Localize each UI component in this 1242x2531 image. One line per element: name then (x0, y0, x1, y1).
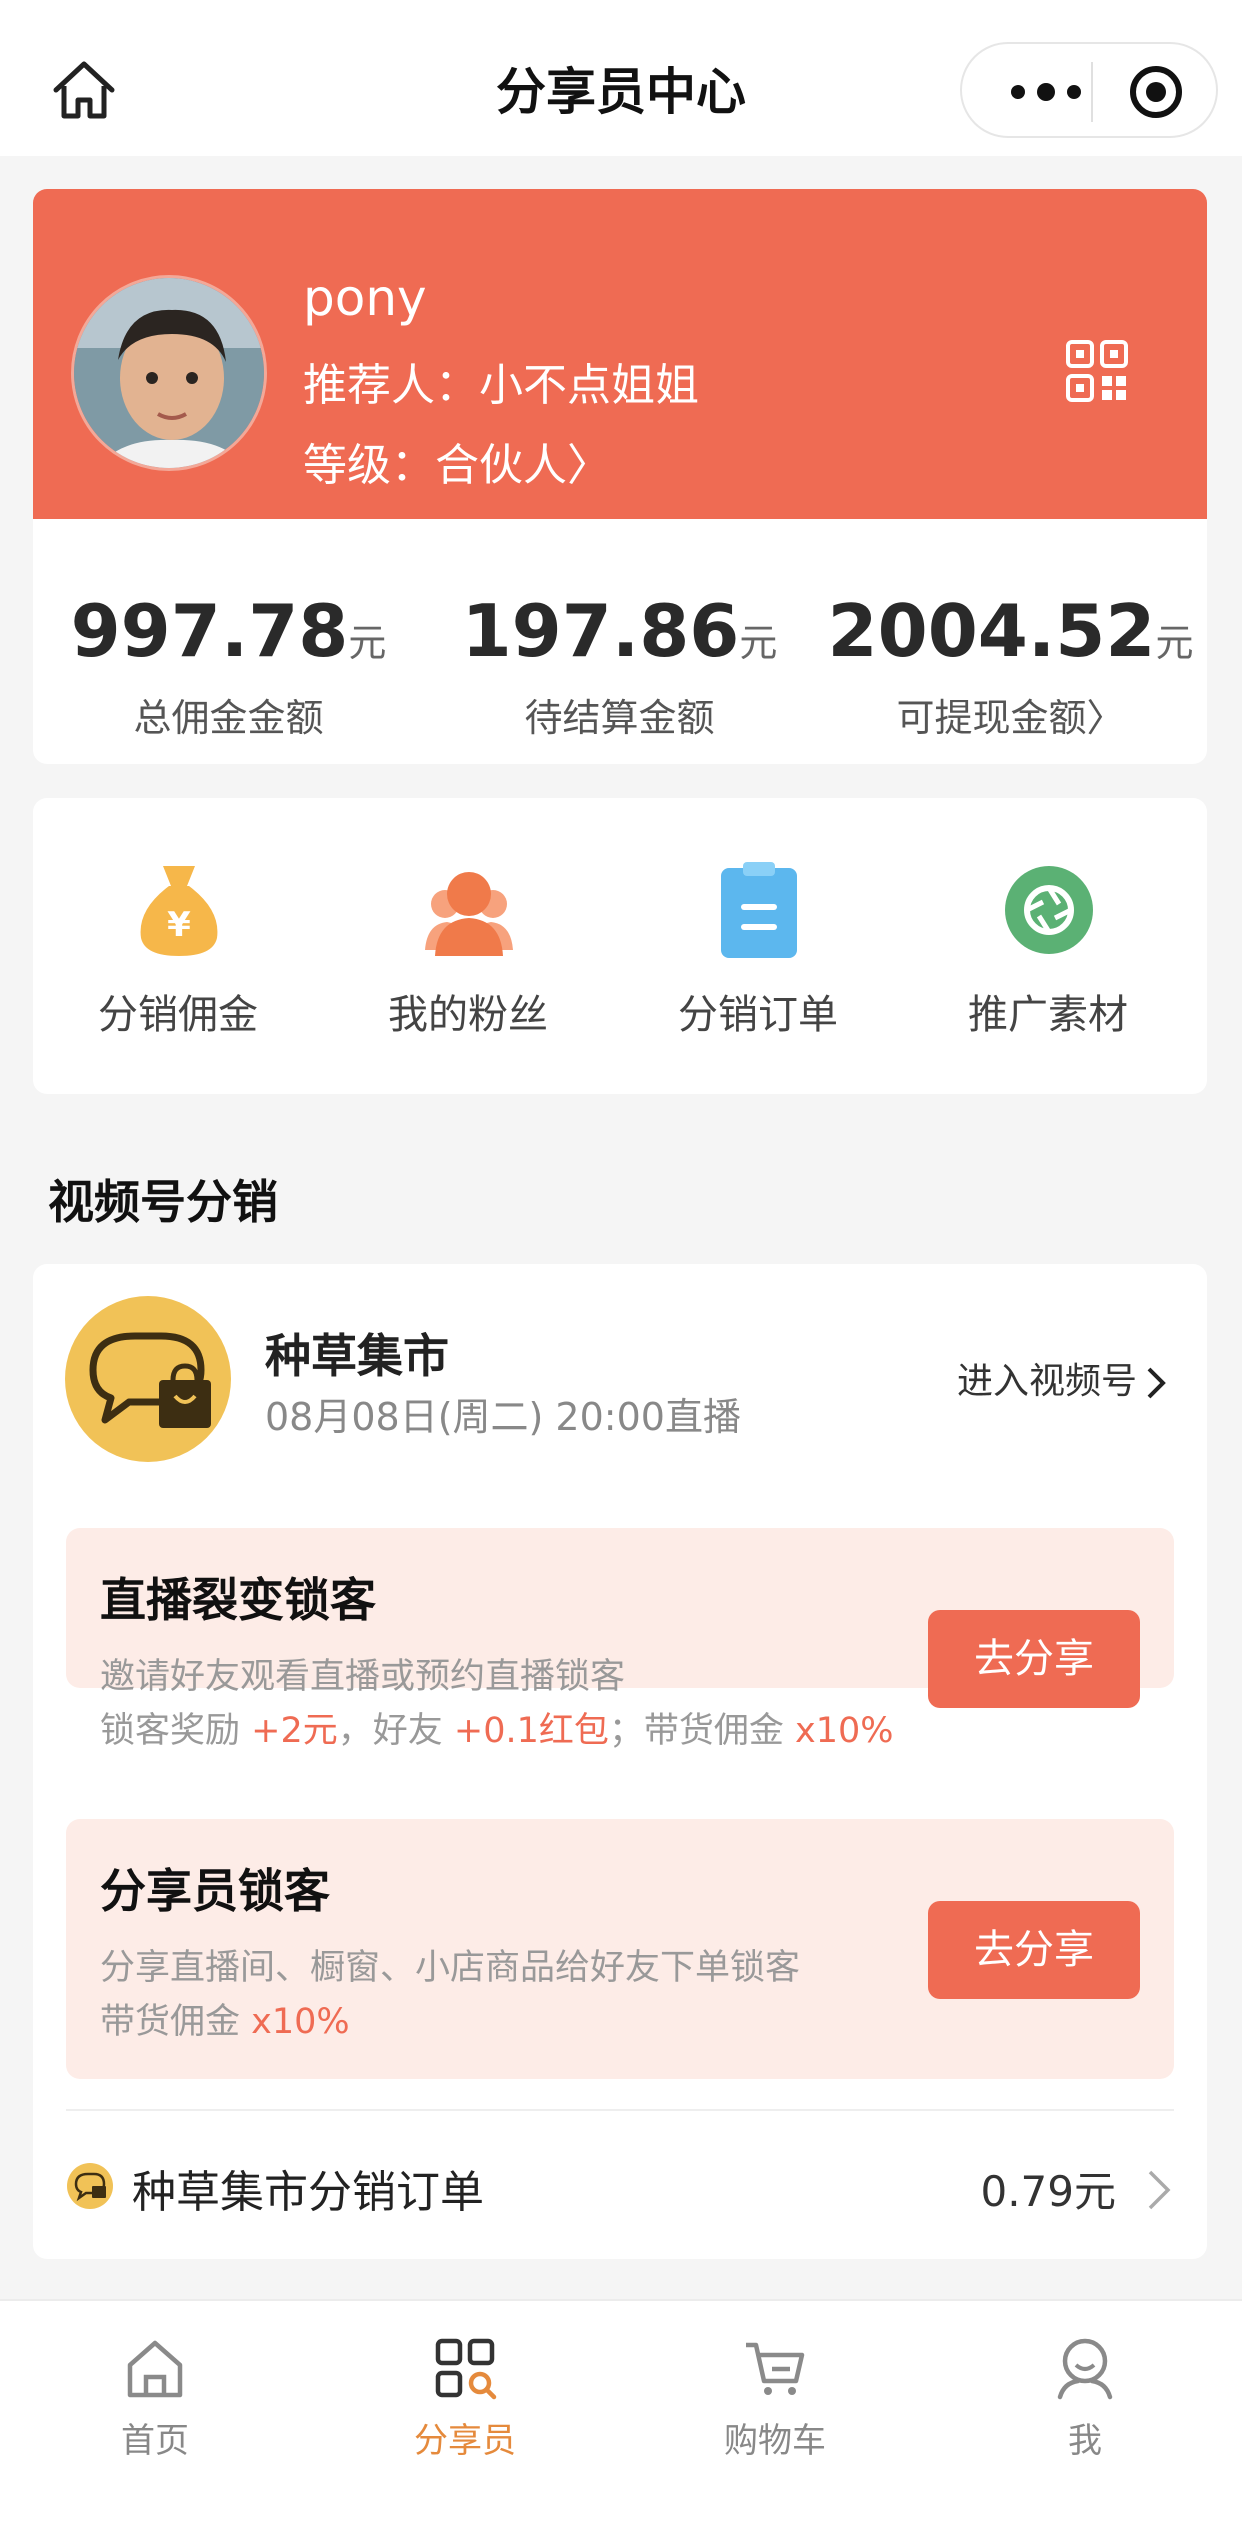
block-desc: 分享直播间、橱窗、小店商品给好友下单锁客 (100, 1948, 801, 1988)
block-commission-line: 带货佣金 x10% (100, 1993, 350, 2044)
aperture-icon (1005, 866, 1093, 954)
shop-logo[interactable] (65, 1296, 231, 1462)
mini-program-capsule (960, 42, 1218, 138)
video-channel-card: 种草集市 08月08日(周二) 20:00直播 进入视频号 直播裂变锁客 邀请好… (33, 1264, 1207, 2259)
commission-label: 带货佣金 (100, 2002, 252, 2042)
profile-card: pony 推荐人：小不点姐姐 等级：合伙人〉 (33, 189, 1207, 519)
enter-channel-link[interactable]: 进入视频号 (957, 1352, 1167, 1404)
menu-label: 推广素材 (968, 992, 1128, 1038)
function-menu: ¥ 分销佣金 我的粉丝 分销订单 推广素材 (33, 798, 1207, 1094)
divider (66, 2109, 1174, 2111)
chevron-right-icon (1148, 2170, 1171, 2210)
earnings-stats: 997.78元 总佣金金额 197.86元 待结算金额 2004.52元 可提现… (33, 519, 1207, 764)
tab-label: 我 (1068, 2421, 1102, 2461)
share-button[interactable]: 去分享 (928, 1901, 1140, 1999)
friend-value: +0.1红包 (453, 1711, 609, 1751)
chevron-right-icon (1147, 1367, 1166, 1399)
tab-label: 购物车 (724, 2421, 826, 2461)
level-text: 等级：合伙人 (303, 440, 567, 491)
stat-label: 总佣金金额 (133, 696, 324, 740)
live-time: 08月08日(周二) 20:00直播 (265, 1395, 741, 1439)
menu-label: 分销订单 (678, 992, 838, 1038)
stat-unit: 元 (348, 621, 387, 665)
avatar[interactable] (71, 275, 267, 471)
stat-value: 197.86 (461, 589, 740, 673)
referrer-text: 推荐人：小不点姐姐 (303, 360, 699, 411)
capsule-divider (1091, 62, 1093, 122)
menu-item-fans[interactable]: 我的粉丝 (323, 798, 613, 1094)
stat-total-commission: 997.78元 总佣金金额 (33, 519, 424, 764)
commission-value: x10% (795, 1711, 894, 1751)
stat-withdrawable[interactable]: 2004.52元 可提现金额〉 (815, 519, 1206, 764)
stat-value: 2004.52 (827, 589, 1156, 673)
tab-label: 首页 (121, 2421, 189, 2461)
menu-item-orders[interactable]: 分销订单 (613, 798, 903, 1094)
user-name: pony (303, 269, 427, 327)
stat-unit: 元 (739, 621, 778, 665)
channel-orders-row[interactable]: 种草集市分销订单 0.79元 (66, 2124, 1174, 2244)
qr-code-icon[interactable] (1066, 340, 1128, 402)
level-chevron: 〉 (567, 440, 611, 491)
chat-bag-icon (89, 1332, 211, 1428)
money-bag-icon: ¥ (140, 866, 218, 956)
more-icon[interactable] (1006, 74, 1086, 110)
grid-search-icon (435, 2338, 497, 2400)
stat-label: 可提现金额〉 (896, 696, 1125, 740)
navigation-bar: 分享员中心 (0, 0, 1242, 156)
shop-mini-icon (67, 2163, 113, 2209)
reward-label: 锁客奖励 (100, 1711, 252, 1751)
clipboard-icon (721, 862, 797, 958)
menu-label: 我的粉丝 (388, 992, 548, 1038)
level-link[interactable]: 等级：合伙人〉 (303, 429, 611, 493)
enter-channel-label: 进入视频号 (956, 1361, 1137, 1402)
tab-sharer[interactable]: 分享员 (310, 2301, 620, 2531)
stat-label: 待结算金额 (524, 696, 715, 740)
live-lock-customer-block: 直播裂变锁客 邀请好友观看直播或预约直播锁客 锁客奖励 +2元，好友 +0.1红… (66, 1528, 1174, 1751)
orders-label: 种草集市分销订单 (132, 2167, 484, 2218)
menu-item-materials[interactable]: 推广素材 (903, 798, 1193, 1094)
shop-name: 种草集市 (265, 1329, 449, 1383)
block-desc: 邀请好友观看直播或预约直播锁客 (100, 1657, 626, 1697)
friend-label: ，好友 (337, 1711, 454, 1751)
commission-label: ；带货佣金 (608, 1711, 796, 1751)
block-title: 直播裂变锁客 (100, 1573, 376, 1627)
commission-value: x10% (251, 2002, 350, 2042)
menu-label: 分销佣金 (98, 992, 258, 1038)
share-button[interactable]: 去分享 (928, 1610, 1140, 1708)
orders-amount: 0.79元 (980, 2167, 1116, 2216)
stat-value: 997.78 (70, 589, 349, 673)
block-title: 分享员锁客 (100, 1864, 330, 1918)
stat-pending-settlement: 197.86元 待结算金额 (424, 519, 815, 764)
tab-me[interactable]: 我 (930, 2301, 1240, 2531)
close-target-icon[interactable] (1128, 64, 1184, 120)
svg-text:¥: ¥ (167, 905, 191, 945)
fans-icon (425, 872, 513, 956)
block-reward-line: 锁客奖励 +2元，好友 +0.1红包；带货佣金 x10% (100, 1702, 894, 1753)
reward-value: +2元 (251, 1711, 338, 1751)
tab-label: 分享员 (414, 2421, 516, 2461)
sharer-lock-customer-block: 分享员锁客 分享直播间、橱窗、小店商品给好友下单锁客 带货佣金 x10% 去分享 (66, 1819, 1174, 2079)
cart-icon (746, 2342, 805, 2395)
tab-home[interactable]: 首页 (0, 2301, 310, 2531)
section-title: 视频号分销 (48, 1175, 278, 1229)
user-icon (1057, 2338, 1113, 2400)
bottom-tab-bar: 首页 分享员 购物车 我 (0, 2299, 1242, 2531)
stat-unit: 元 (1155, 621, 1194, 665)
home-icon (127, 2340, 183, 2398)
tab-cart[interactable]: 购物车 (620, 2301, 930, 2531)
menu-item-commission[interactable]: ¥ 分销佣金 (33, 798, 323, 1094)
